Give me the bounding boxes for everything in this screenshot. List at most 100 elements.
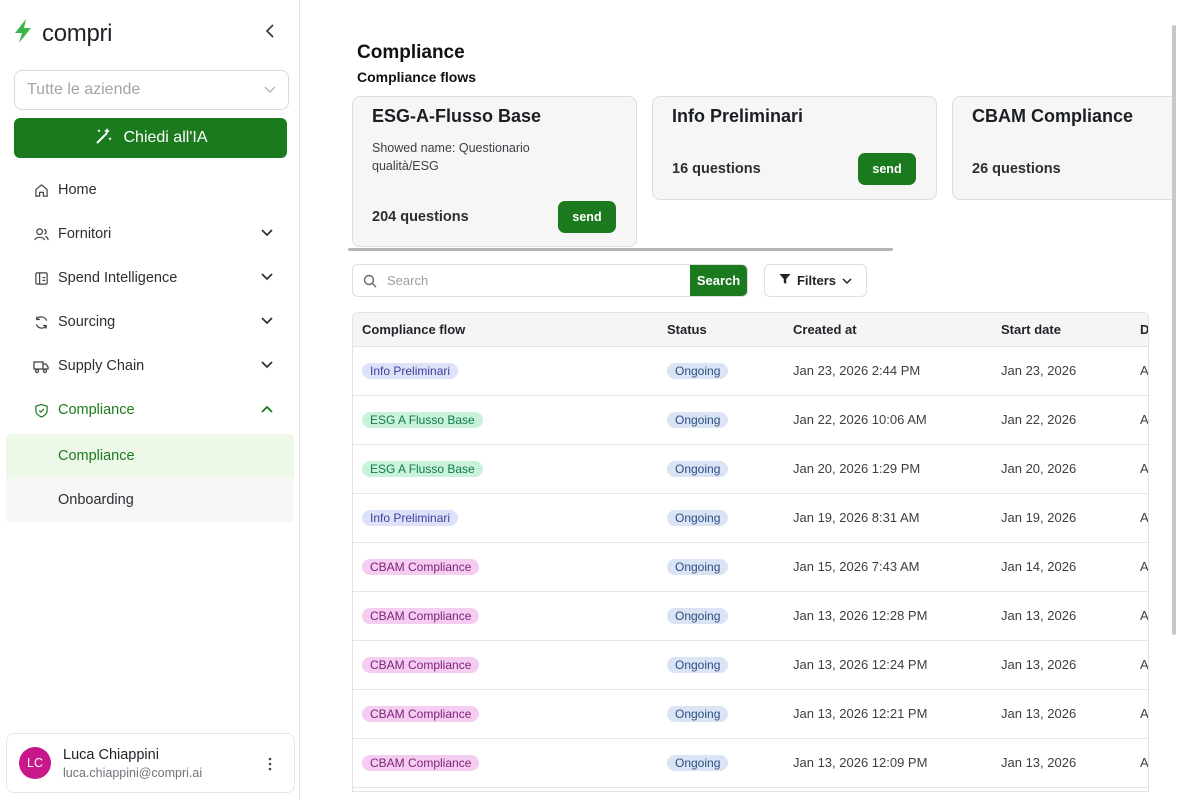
- user-card[interactable]: LC Luca Chiappini luca.chiappini@compri.…: [6, 733, 295, 793]
- truck-icon: [33, 358, 49, 374]
- search-button[interactable]: Search: [690, 265, 747, 296]
- flow-card-count: 26 questions: [972, 161, 1061, 177]
- flow-card-title: ESG-A-Flusso Base: [372, 106, 542, 126]
- chevron-down-icon: [260, 270, 274, 284]
- sidebar-item-home[interactable]: Home: [0, 168, 300, 212]
- truncated-cell: A: [1131, 689, 1148, 739]
- more-vertical-icon[interactable]: [264, 754, 276, 774]
- sidebar-item-label: Spend Intelligence: [58, 270, 178, 286]
- table-row[interactable]: CBAM Compliance Ongoing Jan 13, 2026 12:…: [353, 591, 1148, 641]
- sidebar-item-sourcing[interactable]: Sourcing: [0, 300, 300, 344]
- start-date-cell: Jan 13, 2026: [992, 738, 1131, 788]
- created-at-cell: Jan 20, 2026 1:29 PM: [784, 444, 992, 494]
- home-icon: [33, 182, 49, 198]
- collapse-sidebar-button[interactable]: [260, 22, 280, 44]
- brand[interactable]: compri: [12, 18, 113, 49]
- brand-name: compri: [42, 19, 113, 47]
- start-date-cell: Jan 23, 2026: [992, 346, 1131, 396]
- column-header[interactable]: Created at: [784, 313, 992, 347]
- flow-card-info-preliminari[interactable]: Info Preliminari 16 questions send: [652, 96, 937, 200]
- send-button[interactable]: send: [858, 153, 916, 185]
- flow-tag: CBAM Compliance: [362, 705, 480, 722]
- flow-tag: CBAM Compliance: [362, 607, 480, 624]
- table-row[interactable]: ESG A Flusso Base Ongoing Jan 20, 2026 1…: [353, 444, 1148, 494]
- chevron-left-icon: [265, 23, 275, 43]
- sidebar-item-spend-intelligence[interactable]: Spend Intelligence: [0, 256, 300, 300]
- created-at-cell: Jan 22, 2026 10:06 AM: [784, 395, 992, 445]
- search-icon: [353, 265, 387, 296]
- compliance-submenu: Compliance Onboarding: [6, 434, 294, 522]
- sidebar-item-compliance[interactable]: Compliance: [0, 388, 300, 432]
- table-row[interactable]: Info Preliminari Ongoing Jan 19, 2026 8:…: [353, 493, 1148, 543]
- sidebar-subitem-compliance[interactable]: Compliance: [6, 434, 294, 478]
- page-scrollbar[interactable]: [1172, 25, 1176, 635]
- flow-card-count: 16 questions: [672, 161, 761, 177]
- flow-tag: ESG A Flusso Base: [362, 411, 483, 428]
- truncated-cell: A: [1131, 493, 1148, 543]
- ask-ai-label: Chiedi all'IA: [123, 129, 208, 146]
- status-badge: Ongoing: [667, 705, 729, 722]
- table-row[interactable]: CBAM Compliance Ongoing Jan 15, 2026 7:4…: [353, 542, 1148, 592]
- compliance-table: Compliance flow Status Created at Start …: [352, 312, 1149, 792]
- page-title: Compliance: [357, 42, 465, 63]
- magic-wand-icon: [94, 126, 114, 151]
- flow-card-esg[interactable]: ESG-A-Flusso Base Showed name: Questiona…: [352, 96, 637, 247]
- start-date-cell: Jan 13, 2026: [992, 689, 1131, 739]
- status-badge: Ongoing: [667, 656, 729, 673]
- column-header[interactable]: Start date: [992, 313, 1131, 347]
- status-badge: Ongoing: [667, 411, 729, 428]
- sidebar-subitem-onboarding[interactable]: Onboarding: [6, 478, 294, 522]
- status-badge: Ongoing: [667, 607, 729, 624]
- table-row[interactable]: Info Preliminari Ongoing Jan 23, 2026 2:…: [353, 346, 1148, 396]
- created-at-cell: Jan 13, 2026 12:24 PM: [784, 640, 992, 690]
- company-select[interactable]: Tutte le aziende: [14, 70, 289, 110]
- filter-icon: [779, 273, 791, 288]
- chevron-down-icon: [260, 358, 274, 372]
- created-at-cell: Jan 23, 2026 2:44 PM: [784, 346, 992, 396]
- table-row[interactable]: CBAM Compliance Ongoing Jan 13, 2026 12:…: [353, 640, 1148, 690]
- send-button[interactable]: send: [558, 201, 616, 233]
- chevron-down-icon: [260, 226, 274, 240]
- column-header[interactable]: D: [1131, 313, 1148, 347]
- created-at-cell: Jan 19, 2026 8:31 AM: [784, 493, 992, 543]
- column-header[interactable]: Compliance flow: [353, 313, 658, 347]
- table-row[interactable]: CBAM Compliance Ongoing Jan 13, 2026 12:…: [353, 738, 1148, 788]
- truncated-cell: A: [1131, 640, 1148, 690]
- truncated-cell: A: [1131, 444, 1148, 494]
- table-row[interactable]: ESG A Flusso Base Ongoing Jan 22, 2026 1…: [353, 395, 1148, 445]
- truncated-cell: A: [1131, 346, 1148, 396]
- flow-tag: CBAM Compliance: [362, 558, 480, 575]
- status-badge: Ongoing: [667, 754, 729, 771]
- main-content: Compliance Compliance flows ESG-A-Flusso…: [301, 0, 1200, 800]
- sidebar-item-fornitori[interactable]: Fornitori: [0, 212, 300, 256]
- status-badge: Ongoing: [667, 460, 729, 477]
- flow-card-cbam[interactable]: CBAM Compliance 26 questions: [952, 96, 1172, 200]
- flow-card-count: 204 questions: [372, 209, 469, 225]
- flow-tag: Info Preliminari: [362, 509, 459, 526]
- sidebar-item-supply-chain[interactable]: Supply Chain: [0, 344, 300, 388]
- shield-check-icon: [33, 402, 49, 418]
- flow-tag: CBAM Compliance: [362, 754, 480, 771]
- table-row[interactable]: CBAM Compliance Ongoing Jan 13, 2026 12:…: [353, 689, 1148, 739]
- users-icon: [33, 226, 49, 242]
- flow-card-title: CBAM Compliance: [972, 106, 1134, 126]
- flow-card-description: Showed name: Questionario qualità/ESG: [372, 141, 530, 173]
- start-date-cell: Jan 20, 2026: [992, 444, 1131, 494]
- search-input[interactable]: [387, 273, 690, 288]
- chevron-down-icon: [842, 273, 852, 288]
- carousel-scrollbar[interactable]: [348, 248, 893, 251]
- start-date-cell: Jan 13, 2026: [992, 591, 1131, 641]
- report-icon: [33, 270, 49, 286]
- ask-ai-button[interactable]: Chiedi all'IA: [14, 118, 287, 158]
- flow-tag: ESG A Flusso Base: [362, 460, 483, 477]
- chevron-down-icon: [260, 314, 274, 328]
- created-at-cell: Jan 13, 2026 12:28 PM: [784, 591, 992, 641]
- chevron-up-icon: [260, 402, 274, 416]
- flow-tag: CBAM Compliance: [362, 656, 480, 673]
- filters-button[interactable]: Filters: [764, 264, 867, 297]
- table-header-row: Compliance flow Status Created at Start …: [353, 313, 1148, 347]
- sidebar-item-label: Fornitori: [58, 226, 112, 242]
- column-header[interactable]: Status: [658, 313, 784, 347]
- truncated-cell: A: [1131, 542, 1148, 592]
- status-badge: Ongoing: [667, 362, 729, 379]
